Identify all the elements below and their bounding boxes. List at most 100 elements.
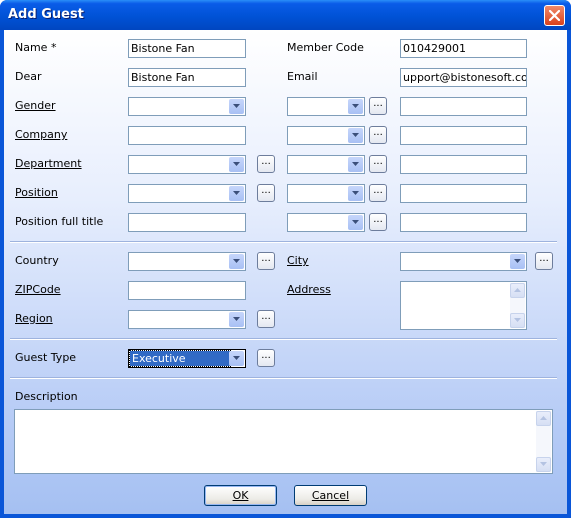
email-field[interactable]: upport@bistonesoft.com	[400, 68, 527, 87]
guest-type-dropdown-button[interactable]	[229, 351, 244, 366]
zipcode-field[interactable]	[128, 281, 246, 300]
cancel-label: Cancel	[311, 489, 350, 502]
country-combo[interactable]	[128, 252, 246, 271]
address-label: Address	[287, 283, 331, 296]
position-combo[interactable]	[128, 184, 246, 203]
city-ellipsis-button[interactable]: ...	[535, 252, 553, 270]
email-label: Email	[287, 70, 318, 83]
name-label: Name *	[15, 41, 57, 54]
gender-extra-ellipsis-button[interactable]: ...	[369, 97, 387, 115]
city-label: City	[287, 254, 309, 267]
position-full-title-field[interactable]	[128, 213, 246, 232]
department-extra-field[interactable]	[400, 155, 527, 174]
title-bar[interactable]: Add Guest	[0, 0, 571, 30]
region-ellipsis-button[interactable]: ...	[257, 310, 275, 328]
country-ellipsis-button[interactable]: ...	[257, 252, 275, 270]
dear-label: Dear	[15, 70, 42, 83]
member-code-field[interactable]: 010429001	[400, 39, 527, 58]
gender-label: Gender	[15, 99, 56, 112]
member-code-label: Member Code	[287, 41, 364, 54]
separator	[10, 377, 557, 379]
position-full-title-extra-dropdown-button[interactable]	[348, 215, 363, 230]
chevron-down-icon	[233, 162, 240, 166]
chevron-down-icon	[233, 317, 240, 321]
window-title: Add Guest	[8, 7, 84, 22]
scroll-down-button[interactable]	[536, 457, 551, 472]
zipcode-label: ZIPCode	[15, 283, 61, 296]
gender-extra-combo[interactable]	[287, 97, 365, 116]
dear-field[interactable]: Bistone Fan	[128, 68, 246, 87]
position-ellipsis-button[interactable]: ...	[257, 184, 275, 202]
department-label: Department	[15, 157, 82, 170]
chevron-down-icon	[233, 104, 240, 108]
region-combo[interactable]	[128, 310, 246, 329]
position-extra-dropdown-button[interactable]	[348, 186, 363, 201]
gender-extra-field[interactable]	[400, 97, 527, 116]
chevron-down-icon	[352, 162, 359, 166]
position-extra-ellipsis-button[interactable]: ...	[369, 184, 387, 202]
guest-type-ellipsis-button[interactable]: ...	[257, 349, 275, 367]
city-combo[interactable]	[400, 252, 527, 271]
ok-button[interactable]: OK	[204, 485, 277, 506]
chevron-up-icon	[540, 416, 547, 420]
gender-extra-dropdown-button[interactable]	[348, 99, 363, 114]
company-extra-ellipsis-button[interactable]: ...	[369, 126, 387, 144]
description-scrollbar[interactable]	[536, 411, 551, 472]
chevron-up-icon	[514, 288, 521, 292]
scroll-up-button[interactable]	[536, 411, 551, 426]
gender-combo[interactable]	[128, 97, 246, 116]
region-dropdown-button[interactable]	[229, 312, 244, 327]
department-extra-combo[interactable]	[287, 155, 365, 174]
description-label: Description	[15, 390, 78, 403]
dialog-body: Name * Bistone Fan Member Code 010429001…	[4, 30, 567, 514]
city-dropdown-button[interactable]	[510, 254, 525, 269]
add-guest-window: Add Guest Name * Bistone Fan Member Code…	[0, 0, 571, 518]
position-full-title-label: Position full title	[15, 215, 104, 228]
guest-type-label: Guest Type	[15, 351, 77, 364]
address-field[interactable]	[400, 281, 527, 330]
guest-type-value: Executive	[129, 350, 231, 367]
address-scrollbar[interactable]	[510, 283, 525, 328]
position-full-title-extra-field[interactable]	[400, 213, 527, 232]
name-field[interactable]: Bistone Fan	[128, 39, 246, 58]
department-extra-ellipsis-button[interactable]: ...	[369, 155, 387, 173]
chevron-down-icon	[540, 462, 547, 466]
chevron-down-icon	[514, 318, 521, 322]
close-button[interactable]	[544, 5, 565, 26]
company-field[interactable]	[128, 126, 246, 145]
cancel-button[interactable]: Cancel	[294, 485, 367, 506]
position-full-title-extra-ellipsis-button[interactable]: ...	[369, 213, 387, 231]
gender-dropdown-button[interactable]	[229, 99, 244, 114]
position-extra-combo[interactable]	[287, 184, 365, 203]
company-extra-field[interactable]	[400, 126, 527, 145]
scroll-down-button[interactable]	[510, 313, 525, 328]
chevron-down-icon	[352, 133, 359, 137]
department-combo[interactable]	[128, 155, 246, 174]
department-extra-dropdown-button[interactable]	[348, 157, 363, 172]
guest-type-combo[interactable]: Executive	[128, 349, 246, 368]
department-dropdown-button[interactable]	[229, 157, 244, 172]
chevron-down-icon	[233, 356, 240, 360]
chevron-down-icon	[352, 191, 359, 195]
scroll-up-button[interactable]	[510, 283, 525, 298]
chevron-down-icon	[514, 259, 521, 263]
chevron-down-icon	[352, 220, 359, 224]
ok-label: OK	[232, 489, 249, 502]
position-dropdown-button[interactable]	[229, 186, 244, 201]
country-label: Country	[15, 254, 59, 267]
separator	[10, 338, 557, 340]
separator	[10, 241, 557, 243]
position-extra-field[interactable]	[400, 184, 527, 203]
chevron-down-icon	[233, 259, 240, 263]
position-full-title-extra-combo[interactable]	[287, 213, 365, 232]
chevron-down-icon	[233, 191, 240, 195]
company-extra-dropdown-button[interactable]	[348, 128, 363, 143]
chevron-down-icon	[352, 104, 359, 108]
company-extra-combo[interactable]	[287, 126, 365, 145]
department-ellipsis-button[interactable]: ...	[257, 155, 275, 173]
region-label: Region	[15, 312, 53, 325]
company-label: Company	[15, 128, 68, 141]
country-dropdown-button[interactable]	[229, 254, 244, 269]
description-field[interactable]	[14, 409, 553, 474]
close-icon	[549, 10, 560, 21]
